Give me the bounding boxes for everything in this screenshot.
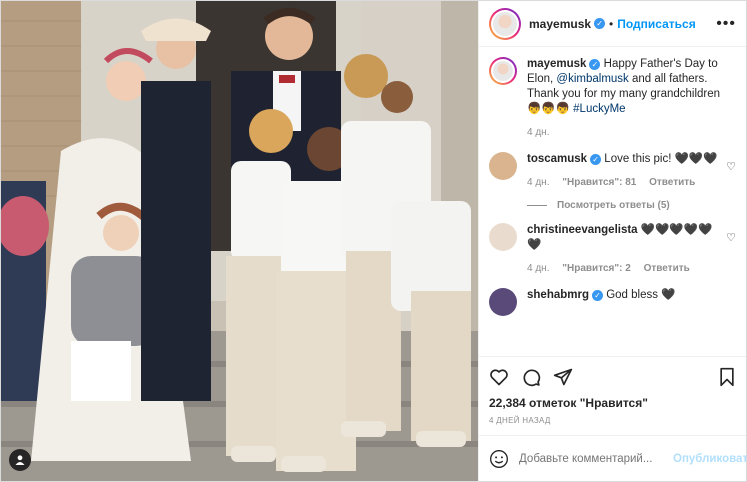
comment-username[interactable]: shehabmrg — [527, 289, 589, 301]
view-replies-button[interactable]: Посмотреть ответы (5) — [527, 200, 736, 211]
person-icon — [15, 455, 25, 465]
emoji-picker-icon[interactable] — [489, 449, 509, 469]
post-header: mayemusk ✓ • Подписаться ••• — [479, 1, 746, 47]
comment-avatar[interactable] — [489, 223, 517, 251]
comment-item: shehabmrg ✓ God bless 🖤 — [489, 288, 736, 316]
bookmark-icon — [720, 367, 734, 386]
author-username[interactable]: mayemusk — [529, 17, 591, 31]
more-options-icon[interactable]: ••• — [716, 15, 736, 33]
comment-text: Love this pic! 🖤🖤🖤 — [604, 153, 718, 165]
comment-avatar[interactable] — [489, 288, 517, 316]
speech-bubble-icon — [523, 369, 541, 386]
heart-outline-icon — [490, 368, 508, 385]
post-actions-bar — [479, 356, 746, 396]
author-avatar[interactable] — [489, 7, 521, 40]
caption-mention-link[interactable]: @kimbalmusk — [556, 73, 628, 85]
family-photo-illustration — [1, 1, 478, 481]
paper-plane-icon — [553, 368, 573, 385]
follow-button[interactable]: Подписаться — [617, 17, 695, 31]
like-heart-icon[interactable] — [489, 367, 509, 387]
save-bookmark-icon[interactable] — [718, 367, 736, 387]
caption-hashtag-link[interactable]: #LuckyMe — [573, 103, 625, 115]
caption-time[interactable]: 4 дн. — [527, 127, 549, 138]
separator-dot: • — [609, 16, 614, 31]
tagged-people-icon[interactable] — [9, 449, 31, 471]
comment-avatar[interactable] — [489, 152, 517, 180]
comment-text: God bless 🖤 — [606, 289, 676, 301]
post-caption: mayemusk ✓ Happy Father's Day to Elon, @k… — [489, 57, 736, 140]
verified-badge-icon: ✓ — [594, 18, 606, 29]
verified-badge-icon: ✓ — [592, 290, 603, 301]
share-icon[interactable] — [553, 367, 573, 387]
comment-item: toscamusk ✓ Love this pic! 🖤🖤🖤 4 дн. "Нра… — [489, 152, 736, 190]
post-photo[interactable] — [1, 1, 478, 481]
comment-input[interactable] — [519, 452, 673, 465]
caption-username[interactable]: mayemusk — [527, 58, 586, 70]
comment-likes[interactable]: "Нравится": 81 — [562, 177, 636, 188]
comment-likes[interactable]: "Нравится": 2 — [562, 263, 631, 274]
view-replies-label: Посмотреть ответы (5) — [557, 200, 670, 211]
comment-item: christineevangelista 🖤🖤🖤🖤🖤 🖤 4 дн. "Нрав… — [489, 223, 736, 276]
post-date[interactable]: 4 ДНЕЙ НАЗАД — [479, 410, 746, 435]
comment-bubble-icon[interactable] — [521, 367, 541, 387]
likes-count[interactable]: 22,384 отметок "Нравится" — [479, 396, 746, 410]
publish-button[interactable]: Опубликовать — [673, 453, 747, 465]
comment-time[interactable]: 4 дн. — [527, 263, 549, 274]
comment-username[interactable]: toscamusk — [527, 153, 587, 165]
post-side-panel: mayemusk ✓ • Подписаться ••• mayemusk ✓ H… — [478, 1, 747, 481]
comment-like-heart-icon[interactable]: ♡ — [726, 231, 736, 276]
comment-username[interactable]: christineevangelista — [527, 224, 638, 236]
comments-list[interactable]: mayemusk ✓ Happy Father's Day to Elon, @k… — [479, 47, 746, 356]
verified-badge-icon: ✓ — [589, 59, 601, 70]
smiley-icon — [490, 449, 508, 468]
replies-divider — [527, 205, 547, 206]
verified-badge-icon: ✓ — [590, 154, 602, 165]
add-comment-bar: Опубликовать — [479, 435, 747, 481]
reply-button[interactable]: Ответить — [644, 263, 690, 274]
reply-button[interactable]: Ответить — [649, 177, 695, 188]
comment-like-heart-icon[interactable]: ♡ — [726, 160, 736, 190]
caption-avatar[interactable] — [489, 57, 517, 85]
comment-time[interactable]: 4 дн. — [527, 177, 549, 188]
instagram-post: mayemusk ✓ • Подписаться ••• mayemusk ✓ H… — [0, 0, 747, 482]
